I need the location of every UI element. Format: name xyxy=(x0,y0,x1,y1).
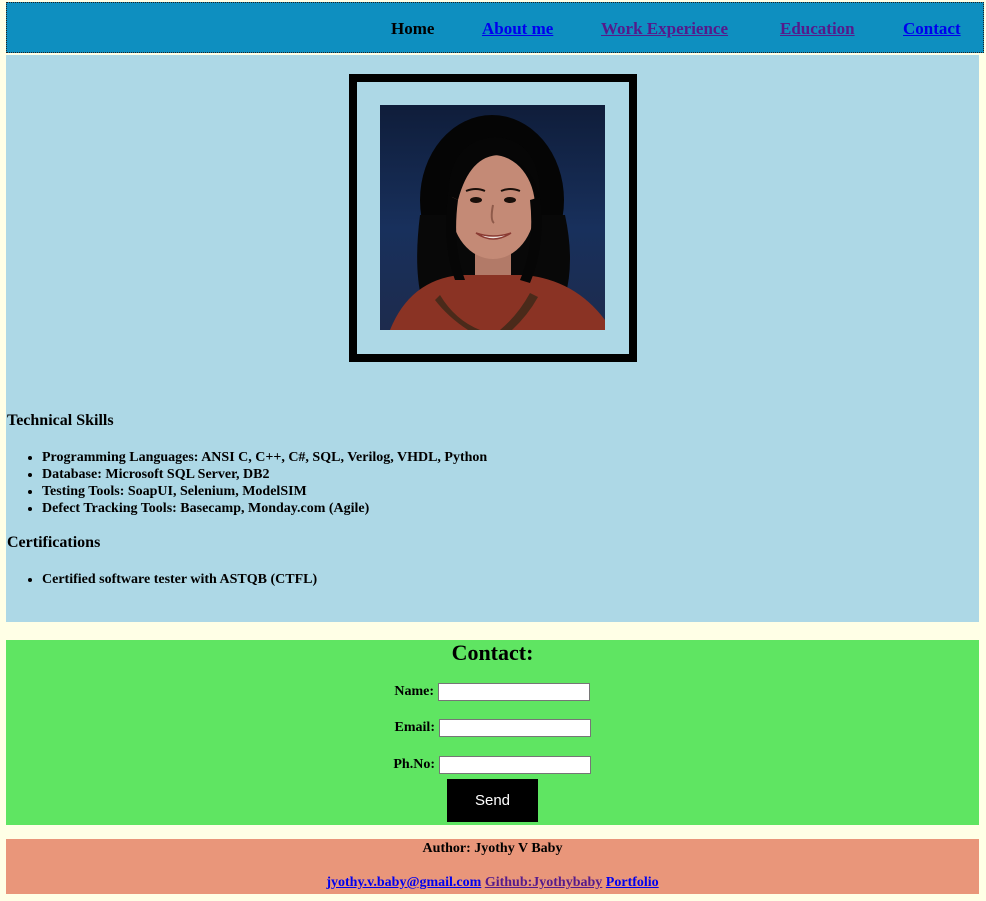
technical-skills-heading: Technical Skills xyxy=(7,412,114,429)
nav-about-me[interactable]: About me xyxy=(482,19,553,39)
profile-photo xyxy=(380,105,605,330)
github-link[interactable]: Github:Jyothybaby xyxy=(485,875,602,890)
name-label: Name: xyxy=(394,684,434,699)
nav-home[interactable]: Home xyxy=(391,19,434,39)
nav-contact[interactable]: Contact xyxy=(903,19,961,39)
footer-links: jyothy.v.baby@gmail.com Github:Jyothybab… xyxy=(6,875,979,891)
certifications-list: Certified software tester with ASTQB (CT… xyxy=(23,571,317,588)
send-button[interactable]: Send xyxy=(447,779,538,822)
list-item: Defect Tracking Tools: Basecamp, Monday.… xyxy=(42,500,487,517)
email-input[interactable] xyxy=(439,719,591,737)
nav-work-experience[interactable]: Work Experience xyxy=(601,19,728,39)
name-input[interactable] xyxy=(438,683,590,701)
email-label: Email: xyxy=(394,720,435,735)
list-item: Testing Tools: SoapUI, Selenium, ModelSI… xyxy=(42,483,487,500)
photo-frame xyxy=(349,74,637,362)
list-item: Programming Languages: ANSI C, C++, C#, … xyxy=(42,449,487,466)
phone-input[interactable] xyxy=(439,756,591,774)
certifications-heading: Certifications xyxy=(7,534,101,551)
contact-form: Contact: Name: Email: Ph.No: Send xyxy=(6,640,979,825)
list-item: Certified software tester with ASTQB (CT… xyxy=(42,571,317,588)
contact-heading: Contact: xyxy=(451,640,534,665)
profile-section: Technical Skills Programming Languages: … xyxy=(6,55,979,622)
email-link[interactable]: jyothy.v.baby@gmail.com xyxy=(326,875,481,890)
portfolio-link[interactable]: Portfolio xyxy=(606,875,659,890)
footer: Author: Jyothy V Baby jyothy.v.baby@gmai… xyxy=(6,839,979,894)
nav-education[interactable]: Education xyxy=(780,19,855,39)
top-nav: Home About me Work Experience Education … xyxy=(6,2,984,53)
technical-skills-list: Programming Languages: ANSI C, C++, C#, … xyxy=(23,449,487,517)
portrait-illustration xyxy=(390,115,605,330)
phone-label: Ph.No: xyxy=(393,757,435,772)
list-item: Database: Microsoft SQL Server, DB2 xyxy=(42,466,487,483)
author-text: Author: Jyothy V Baby xyxy=(422,841,563,856)
